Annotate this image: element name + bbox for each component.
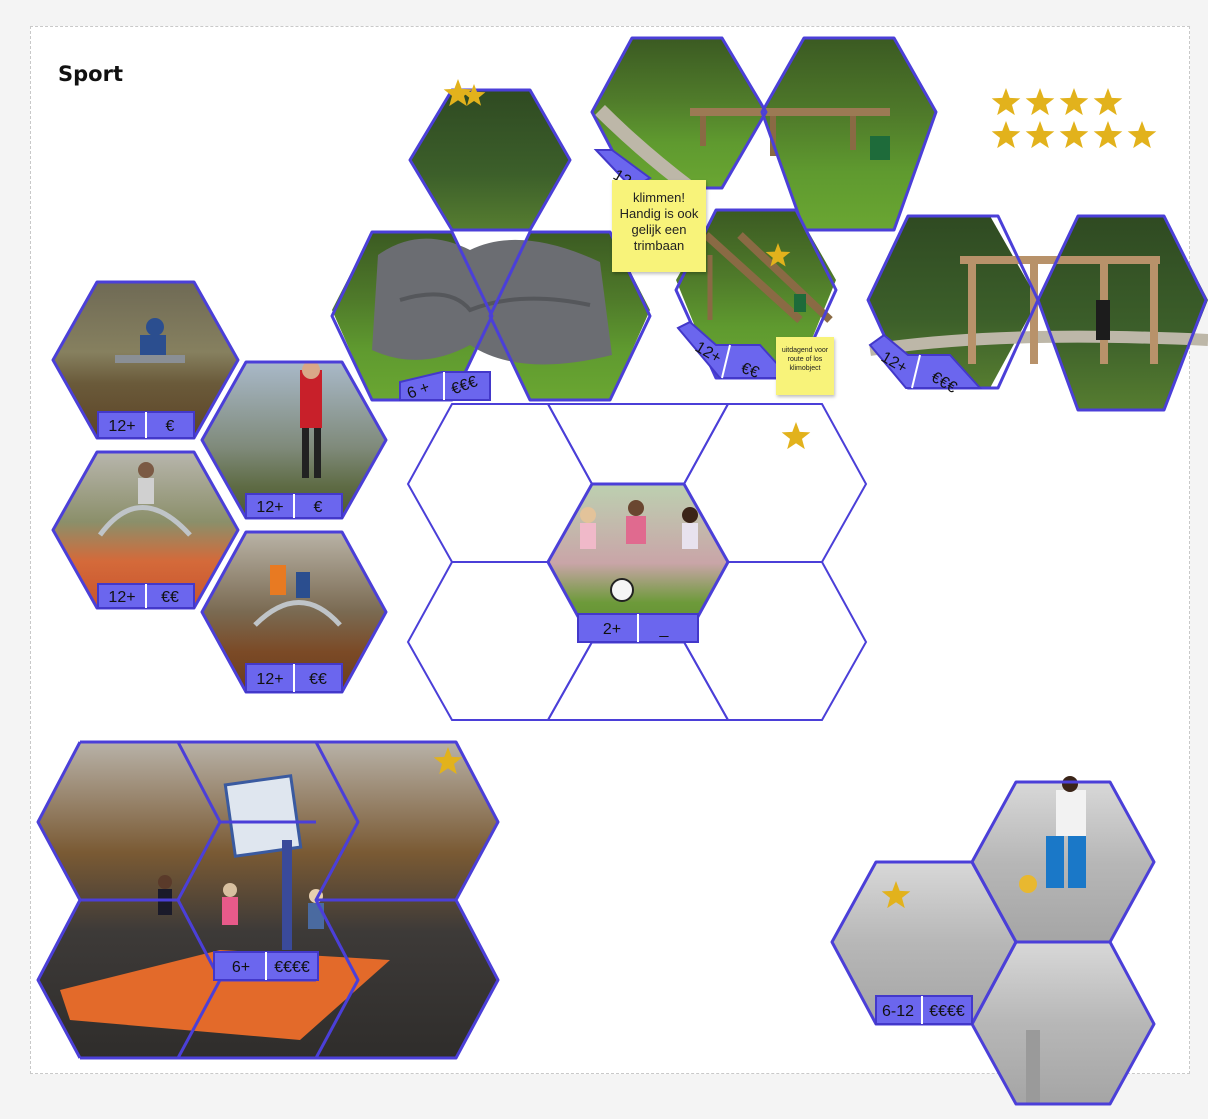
svg-text:€: € (166, 418, 175, 435)
price-age-tag: 2+ _ (577, 613, 699, 643)
svg-text:€€: €€ (161, 589, 179, 606)
rating-star-icon (1025, 121, 1055, 149)
kids-soccer-tile[interactable]: 2+ _ (546, 482, 730, 644)
price-age-tag: 12+ €€ (97, 583, 195, 609)
rating-star-icon (1127, 121, 1157, 149)
fitness-walker-tile[interactable]: 12+ €€ (51, 450, 240, 610)
rock-climbing-tile[interactable]: 6 + €€€ (330, 88, 652, 403)
svg-text:12+: 12+ (256, 671, 283, 688)
rating-star-icon (991, 121, 1021, 149)
svg-text:€€€€: €€€€ (274, 959, 310, 976)
sticky-note-climbing[interactable]: klimmen! Handig is ook gelijk een trimba… (612, 180, 706, 272)
rating-star-icon (1025, 88, 1055, 116)
sticky-note-route[interactable]: uitdagend voor route of los klimobject (776, 337, 834, 395)
price-age-tag: 6-12 €€€€ (875, 995, 973, 1025)
svg-text:12+: 12+ (108, 418, 135, 435)
soccer-cage-tile[interactable]: 6-12 €€€€ (830, 776, 1156, 1106)
rating-star-icon (1059, 121, 1089, 149)
rating-star-icon (1093, 88, 1123, 116)
svg-text:6-12: 6-12 (882, 1003, 914, 1020)
price-age-tag: 12+ € (97, 411, 195, 439)
rating-star-icon (1093, 121, 1123, 149)
basketball-court-tile[interactable]: 6+ €€€€ (36, 740, 500, 1060)
star-icon (781, 422, 811, 450)
svg-text:€€€€: €€€€ (929, 1003, 965, 1020)
svg-text:_: _ (659, 621, 670, 638)
price-age-tag: 12+ € (245, 493, 343, 519)
monkey-bars-tile[interactable]: 12+ €€€ (866, 214, 1208, 412)
svg-text:12+: 12+ (108, 589, 135, 606)
svg-text:2+: 2+ (603, 621, 621, 638)
rating-star-icon (991, 88, 1021, 116)
svg-text:6+: 6+ (232, 959, 250, 976)
fitness-bars-tile[interactable]: 12+ € (200, 360, 388, 520)
rating-star-icon (1059, 88, 1089, 116)
hex-canvas: 12+ € 12+ € 12+ €€ 12+ €€ 6 + €€€ 12+ €€… (36, 36, 1208, 1106)
svg-text:12+: 12+ (256, 499, 283, 516)
price-age-tag: 12+ €€ (245, 663, 343, 693)
svg-text:€: € (314, 499, 323, 516)
price-age-tag: 6+ €€€€ (213, 951, 319, 981)
fitness-seat-tile[interactable]: 12+ € (51, 280, 240, 440)
fitness-step-tile[interactable]: 12+ €€ (200, 530, 388, 694)
svg-text:€€: €€ (309, 671, 327, 688)
